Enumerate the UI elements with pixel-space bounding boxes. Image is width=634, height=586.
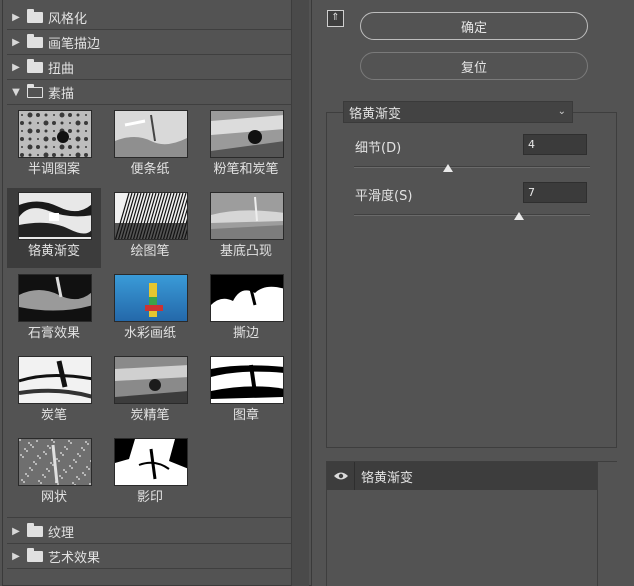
filter-thumbnail[interactable]: 绘图笔 <box>103 188 197 268</box>
smoothness-input[interactable]: 7 <box>523 182 587 203</box>
filter-preview-image <box>210 192 284 240</box>
filter-label: 铬黄渐变 <box>27 244 80 259</box>
folder-icon <box>27 59 43 73</box>
detail-slider[interactable] <box>354 166 590 168</box>
folder-icon <box>27 523 43 537</box>
triangle-right-icon[interactable]: ▶ <box>9 526 23 537</box>
filter-preview-image <box>18 274 92 322</box>
filter-thumbnail[interactable]: 影印 <box>103 434 197 514</box>
filter-thumbnail-grid: 半调图案 便条纸 粉笔和炭笔铬黄渐变 绘图笔 基底凸现石膏效果 水彩画纸 撕边炭笔 炭精笔 图章… <box>7 106 293 518</box>
filter-label: 网状 <box>40 490 67 505</box>
filter-thumbnail[interactable]: 图章 <box>199 352 293 432</box>
category-row[interactable]: ▶ 纹理 <box>7 520 293 544</box>
category-label: 风格化 <box>48 12 88 27</box>
smoothness-label: 平滑度(S) <box>355 189 413 204</box>
triangle-right-icon[interactable]: ▶ <box>9 62 23 73</box>
category-label: 纹理 <box>48 526 75 541</box>
ok-button[interactable]: 确定 <box>360 12 588 40</box>
filter-thumbnail[interactable]: 石膏效果 <box>7 270 101 350</box>
collapse-icon: ⇑ <box>331 12 340 23</box>
filter-preview-image <box>114 438 188 486</box>
category-row[interactable]: ▶ 扭曲 <box>7 56 293 80</box>
filter-preview-image <box>114 274 188 322</box>
filter-label: 图章 <box>232 408 259 423</box>
filter-label: 半调图案 <box>27 162 80 177</box>
category-label: 扭曲 <box>48 62 75 77</box>
filter-thumbnail[interactable]: 炭精笔 <box>103 352 197 432</box>
detail-slider-handle[interactable] <box>443 164 454 172</box>
filter-preview-image <box>18 192 92 240</box>
filter-label: 炭笔 <box>40 408 67 423</box>
filter-thumbnail[interactable]: 网状 <box>7 434 101 514</box>
filter-thumbnail[interactable]: 粉笔和炭笔 <box>199 106 293 186</box>
filter-thumbnail[interactable]: 半调图案 <box>7 106 101 186</box>
filter-thumbnail[interactable]: 基底凸现 <box>199 188 293 268</box>
chevron-down-icon: ⌄ <box>557 106 566 117</box>
reset-button-label: 复位 <box>460 60 487 76</box>
filter-label: 水彩画纸 <box>123 326 176 341</box>
filter-label: 基底凸现 <box>219 244 272 259</box>
category-row[interactable]: ▼ 素描 <box>7 81 293 105</box>
triangle-right-icon[interactable]: ▶ <box>9 12 23 23</box>
filter-label: 便条纸 <box>130 162 170 177</box>
filter-preview-image <box>114 192 188 240</box>
category-label: 画笔描边 <box>48 37 101 52</box>
folder-icon <box>27 34 43 48</box>
filter-thumbnail[interactable]: 撕边 <box>199 270 293 350</box>
detail-input[interactable]: 4 <box>523 134 587 155</box>
category-row[interactable]: ▶ 艺术效果 <box>7 545 293 569</box>
category-label: 素描 <box>48 87 75 102</box>
filter-preview-image <box>210 274 284 322</box>
filter-preview-image <box>18 438 92 486</box>
smoothness-slider-handle[interactable] <box>514 212 525 220</box>
effect-layer-row[interactable]: 铬黄渐变 <box>327 462 597 490</box>
filter-label: 影印 <box>136 490 163 505</box>
effect-layer-name: 铬黄渐变 <box>361 470 414 486</box>
layers-scrollbar[interactable] <box>597 462 617 586</box>
filter-label: 绘图笔 <box>130 244 170 259</box>
category-label: 艺术效果 <box>48 551 101 566</box>
detail-label: 细节(D) <box>355 141 402 156</box>
smoothness-slider[interactable] <box>354 214 590 216</box>
folder-icon <box>27 548 43 562</box>
filter-label: 粉笔和炭笔 <box>213 162 279 177</box>
filter-preview-image <box>210 110 284 158</box>
filter-settings-panel <box>326 112 617 448</box>
triangle-down-icon[interactable]: ▼ <box>9 87 23 98</box>
filter-gallery-panel: ▶ 风格化 ▶ 画笔描边 ▶ 扭曲 ▼ 素描 半调图案 便条纸 粉笔和炭笔铬黄渐变 绘图笔 基底凸现石… <box>2 0 312 586</box>
filter-thumbnail[interactable]: 水彩画纸 <box>103 270 197 350</box>
filter-label: 炭精笔 <box>130 408 170 423</box>
collapse-gallery-button[interactable]: ⇑ <box>327 10 344 27</box>
filter-label: 撕边 <box>232 326 259 341</box>
gallery-scrollbar[interactable] <box>291 0 309 586</box>
filter-preview-image <box>18 110 92 158</box>
folder-open-icon <box>26 84 43 98</box>
filter-preview-image <box>114 356 188 404</box>
category-row[interactable]: ▶ 风格化 <box>7 6 293 30</box>
triangle-right-icon[interactable]: ▶ <box>9 37 23 48</box>
filter-label: 石膏效果 <box>27 326 80 341</box>
eye-icon[interactable] <box>327 462 355 490</box>
triangle-right-icon[interactable]: ▶ <box>9 551 23 562</box>
folder-icon <box>27 9 43 23</box>
filter-preview-image <box>18 356 92 404</box>
filter-thumbnail[interactable]: 炭笔 <box>7 352 101 432</box>
category-row[interactable]: ▶ 画笔描边 <box>7 31 293 55</box>
filter-preview-image <box>114 110 188 158</box>
reset-button[interactable]: 复位 <box>360 52 588 80</box>
filter-select-dropdown[interactable]: 铬黄渐变 ⌄ <box>343 101 573 123</box>
ok-button-label: 确定 <box>460 20 487 36</box>
filter-preview-image <box>210 356 284 404</box>
filter-select-value: 铬黄渐变 <box>349 106 402 122</box>
filter-thumbnail[interactable]: 便条纸 <box>103 106 197 186</box>
filter-thumbnail[interactable]: 铬黄渐变 <box>7 188 101 268</box>
